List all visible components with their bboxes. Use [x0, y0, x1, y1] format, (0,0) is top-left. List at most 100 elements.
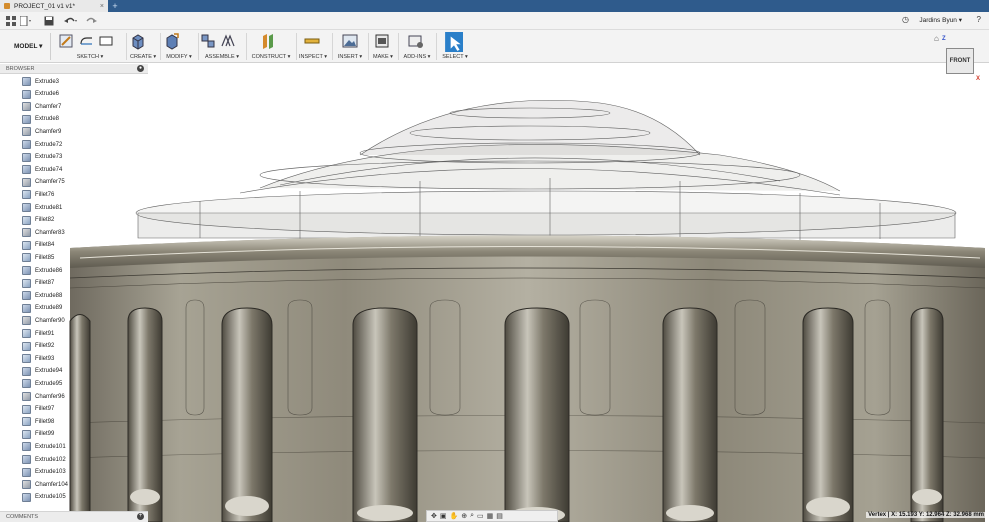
select-group[interactable]: SELECT ▾: [440, 30, 470, 63]
orbit-icon[interactable]: ✥: [431, 512, 437, 520]
browser-item[interactable]: Fillet93: [22, 353, 56, 364]
help-icon[interactable]: ?: [977, 15, 981, 24]
browser-item[interactable]: Chamfer75: [22, 177, 66, 188]
browser-item[interactable]: Extrude81: [22, 202, 64, 213]
add-ins-group[interactable]: ADD-INS ▾: [400, 30, 434, 63]
browser-item[interactable]: Extrude105: [22, 492, 67, 503]
extrude-feature-icon: [22, 379, 31, 389]
document-tab[interactable]: PROJECT_01 v1 v1* ×: [0, 0, 108, 12]
look-at-icon[interactable]: ▣: [440, 512, 447, 520]
browser-item[interactable]: Extrude94: [22, 366, 64, 377]
browser-item[interactable]: Extrude73: [22, 152, 64, 163]
zoom-icon[interactable]: ⊕: [461, 512, 467, 520]
extrude-icon[interactable]: [130, 32, 146, 50]
fit-icon[interactable]: ⌕: [470, 512, 474, 520]
3d-print-icon[interactable]: [374, 32, 390, 50]
display-settings-icon[interactable]: ▭: [477, 512, 484, 520]
save-icon[interactable]: [44, 15, 54, 27]
browser-item[interactable]: Chamfer90: [22, 315, 66, 326]
measure-icon[interactable]: [304, 32, 320, 50]
modify-group[interactable]: MODIFY ▾: [164, 30, 194, 63]
browser-item[interactable]: Fillet85: [22, 252, 56, 263]
browser-item[interactable]: Extrude102: [22, 454, 67, 465]
redo-icon[interactable]: [86, 15, 100, 27]
browser-item[interactable]: Chamfer96: [22, 391, 66, 402]
construct-group[interactable]: CONSTRUCT ▾: [250, 30, 292, 63]
comments-panel[interactable]: COMMENTS +: [0, 511, 148, 522]
make-menu[interactable]: MAKE ▾: [370, 54, 396, 60]
browser-options-icon[interactable]: ●: [137, 65, 144, 72]
browser-item[interactable]: Extrude101: [22, 441, 67, 452]
browser-item[interactable]: Extrude74: [22, 164, 64, 175]
create-group[interactable]: CREATE ▾: [130, 30, 156, 63]
press-pull-icon[interactable]: [164, 32, 180, 50]
home-view-icon[interactable]: ⌂: [934, 34, 939, 43]
inspect-menu[interactable]: INSPECT ▾: [298, 54, 328, 60]
select-menu[interactable]: SELECT ▾: [440, 54, 470, 60]
inspect-group[interactable]: INSPECT ▾: [298, 30, 328, 63]
scripts-icon[interactable]: [408, 32, 424, 50]
browser-item[interactable]: Chamfer83: [22, 227, 66, 238]
line-tool-icon[interactable]: [78, 32, 94, 50]
sketch-group[interactable]: SKETCH ▾: [58, 30, 122, 63]
create-menu[interactable]: CREATE ▾: [130, 54, 156, 60]
browser-item[interactable]: Fillet87: [22, 278, 56, 289]
browser-item[interactable]: Fillet84: [22, 240, 56, 251]
assemble-menu[interactable]: ASSEMBLE ▾: [200, 54, 244, 60]
file-menu-icon[interactable]: [20, 15, 32, 27]
viewports-icon[interactable]: ▤: [496, 512, 503, 520]
sketch-menu[interactable]: SKETCH ▾: [58, 54, 122, 60]
browser-item[interactable]: Fillet92: [22, 341, 56, 352]
view-cube-front-face[interactable]: FRONT: [946, 48, 974, 74]
data-panel-icon[interactable]: [6, 15, 16, 27]
browser-item[interactable]: Fillet97: [22, 404, 56, 415]
browser-item[interactable]: Chamfer7: [22, 101, 63, 112]
extrude-feature-icon: [22, 366, 31, 376]
browser-item[interactable]: Extrude95: [22, 378, 64, 389]
browser-item[interactable]: Fillet99: [22, 429, 56, 440]
insert-menu[interactable]: INSERT ▾: [334, 54, 366, 60]
browser-item[interactable]: Fillet82: [22, 215, 56, 226]
browser-item[interactable]: Extrude6: [22, 89, 61, 100]
browser-item[interactable]: Extrude89: [22, 303, 64, 314]
browser-item[interactable]: Extrude8: [22, 114, 61, 125]
browser-item[interactable]: Chamfer104: [22, 479, 70, 490]
construct-menu[interactable]: CONSTRUCT ▾: [250, 54, 292, 60]
browser-item[interactable]: Chamfer9: [22, 126, 63, 137]
modify-menu[interactable]: MODIFY ▾: [164, 54, 194, 60]
grid-settings-icon[interactable]: ▦: [487, 512, 494, 520]
undo-icon[interactable]: [64, 15, 78, 27]
view-cube[interactable]: ⌂ Z FRONT X: [934, 34, 984, 84]
add-comment-icon[interactable]: +: [137, 513, 144, 520]
insert-image-icon[interactable]: [342, 32, 358, 50]
assemble-group[interactable]: ASSEMBLE ▾: [200, 30, 244, 63]
workspace-switcher[interactable]: MODEL ▾: [14, 42, 42, 50]
new-tab-button[interactable]: +: [110, 0, 120, 12]
create-sketch-icon[interactable]: [58, 32, 74, 50]
browser-header[interactable]: BROWSER ●: [0, 64, 148, 74]
extrude-feature-icon: [22, 291, 31, 301]
browser-item[interactable]: Extrude72: [22, 139, 64, 150]
select-icon[interactable]: [445, 32, 463, 52]
offset-plane-icon[interactable]: [260, 32, 276, 50]
close-icon[interactable]: ×: [100, 3, 104, 10]
browser-item[interactable]: Extrude86: [22, 265, 64, 276]
browser-item[interactable]: Extrude103: [22, 467, 67, 478]
browser-item[interactable]: Fillet76: [22, 189, 56, 200]
browser-item[interactable]: Extrude3: [22, 76, 61, 87]
new-component-icon[interactable]: [200, 32, 216, 50]
browser-item[interactable]: Extrude88: [22, 290, 64, 301]
job-status-icon[interactable]: ◷: [902, 15, 909, 24]
canvas-viewport[interactable]: [0, 63, 989, 522]
insert-group[interactable]: INSERT ▾: [334, 30, 366, 63]
make-group[interactable]: MAKE ▾: [370, 30, 396, 63]
extrude-feature-icon: [22, 303, 31, 313]
user-account[interactable]: Jardins Byun ▾: [919, 16, 962, 24]
browser-item[interactable]: Fillet91: [22, 328, 56, 339]
add-ins-menu[interactable]: ADD-INS ▾: [400, 54, 434, 60]
joint-icon[interactable]: [220, 32, 236, 50]
browser-item[interactable]: Fillet98: [22, 416, 56, 427]
pan-icon[interactable]: ✋: [450, 512, 459, 520]
rectangle-tool-icon[interactable]: [98, 32, 114, 50]
extrude-feature-icon: [22, 165, 31, 175]
